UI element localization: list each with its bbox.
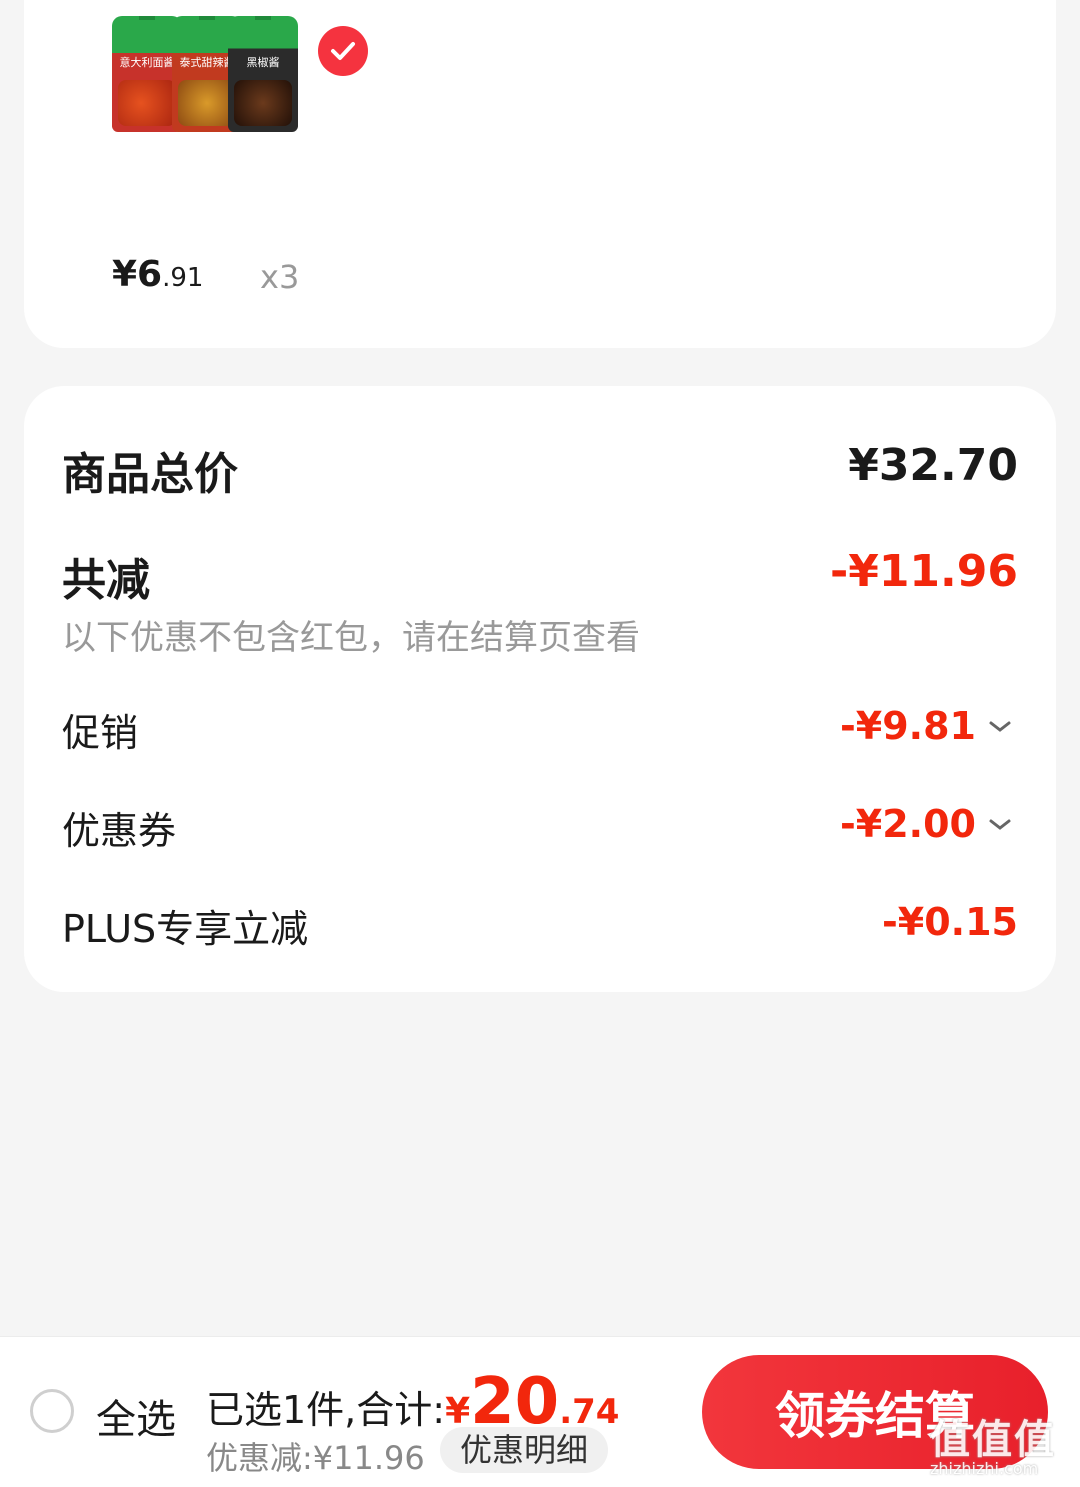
total-reduce-value: -¥11.96: [829, 546, 1018, 597]
watermark-logo: 值值值: [930, 1417, 1056, 1463]
product-card: 意大利面酱 泰式甜辣酱 黑椒酱 ¥6.91 x3: [24, 0, 1056, 348]
checkout-bar: 全选 已选1件,合计:¥20.74 优惠减:¥11.96 优惠明细 领券结算 值…: [0, 1336, 1080, 1487]
unit-price-dec: .91: [162, 263, 204, 293]
unit-price: ¥6.91: [112, 254, 203, 295]
selected-check-icon: [318, 26, 368, 76]
pouch-label-3: 黑椒酱: [246, 56, 280, 69]
total-price-value: ¥32.70: [848, 440, 1018, 491]
promo-value[interactable]: -¥9.81: [840, 704, 976, 748]
coupon-label: 优惠券: [62, 809, 177, 853]
coupon-value[interactable]: -¥2.00: [840, 802, 976, 846]
quantity: x3: [260, 258, 300, 296]
plus-discount-label: PLUS专享立减: [62, 907, 309, 951]
selected-count-text: 已选1件,合计:: [206, 1388, 446, 1432]
chevron-down-icon[interactable]: [988, 720, 1012, 734]
select-all-label[interactable]: 全选: [96, 1387, 176, 1445]
product-image[interactable]: 意大利面酱 泰式甜辣酱 黑椒酱: [110, 0, 368, 132]
price-summary-card: 商品总价 ¥32.70 共减 -¥11.96 以下优惠不包含红包，请在结算页查看…: [24, 386, 1056, 992]
unit-price-int: ¥6: [112, 254, 163, 295]
promo-label: 促销: [62, 711, 139, 755]
discount-amount: 优惠减:¥11.96: [206, 1439, 425, 1477]
discount-note: 以下优惠不包含红包，请在结算页查看: [62, 618, 640, 658]
select-all-radio[interactable]: [30, 1389, 74, 1433]
total-dec: .74: [559, 1392, 620, 1432]
watermark-url: zhizhizhi.com: [930, 1459, 1039, 1478]
plus-discount-value: -¥0.15: [882, 900, 1018, 944]
total-currency: ¥: [445, 1391, 471, 1432]
chevron-down-icon[interactable]: [988, 818, 1012, 832]
discount-detail-button[interactable]: 优惠明细: [440, 1427, 609, 1473]
total-price-label: 商品总价: [62, 449, 238, 500]
total-reduce-label: 共减: [62, 555, 150, 606]
sauce-pouch-3: 黑椒酱: [228, 16, 298, 132]
